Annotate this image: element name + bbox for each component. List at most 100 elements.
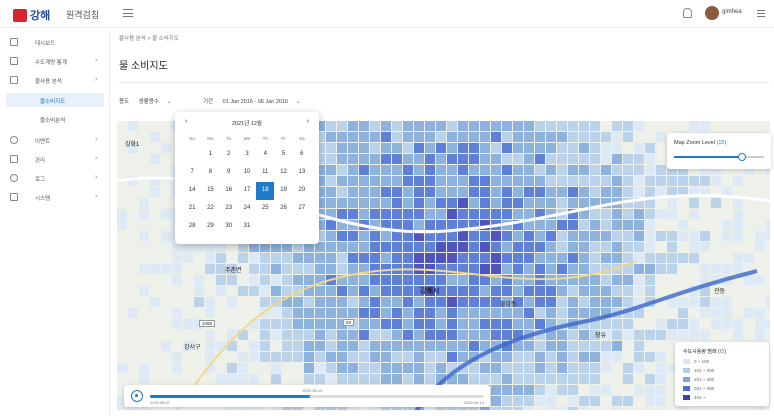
heatmap-cell [623, 187, 633, 197]
calendar-day[interactable]: 23 [220, 200, 238, 218]
heatmap-cell [381, 352, 391, 362]
heatmap-cell [337, 341, 347, 351]
calendar-day[interactable]: 18 [256, 182, 275, 200]
calendar-day[interactable]: 22 [201, 200, 219, 218]
zoom-slider-handle[interactable] [737, 153, 746, 161]
heatmap-cell [381, 297, 391, 307]
heatmap-cell [524, 165, 534, 175]
type-filter-value[interactable]: 생활용수 [139, 99, 159, 105]
calendar-day[interactable]: 6 [293, 146, 311, 164]
play-icon[interactable] [131, 390, 143, 402]
timeline-slider[interactable] [150, 395, 484, 398]
period-filter[interactable]: 기간 01 Jan 2016 - 06 Jan 2016 ⌄ [203, 97, 301, 105]
sidebar-item-events[interactable]: 이벤트 › [0, 132, 110, 148]
calendar-day[interactable]: 13 [293, 164, 311, 182]
calendar-day[interactable]: 16 [220, 182, 238, 200]
heatmap-cell [700, 242, 710, 252]
calendar-day[interactable]: 26 [274, 200, 292, 218]
sidebar-item-log[interactable]: 로그 › [0, 170, 110, 186]
chevron-down-icon[interactable]: ⌄ [296, 99, 301, 105]
sidebar-item-meter-stats[interactable]: 수도계량 통계 › [0, 53, 110, 69]
heatmap-cell [458, 319, 468, 329]
calendar-day[interactable]: 1 [201, 146, 219, 164]
bell-icon[interactable] [683, 8, 692, 18]
calendar-day[interactable]: 3 [238, 146, 256, 164]
heatmap-cell [403, 220, 413, 230]
heatmap-cell [689, 319, 699, 329]
heatmap-cell [436, 253, 446, 263]
heatmap-cell [491, 352, 501, 362]
type-filter[interactable]: 용도 생활용수 ⌄ [119, 97, 171, 105]
date-picker[interactable]: ‹ 2021년 12월 › Su Mo Tu We Th Fr Sa 1 2 3 4 5 6 7 8 9 10 1… [175, 112, 319, 244]
sidebar-subitem-consumption-map[interactable]: 물소비지도 [6, 93, 104, 107]
calendar-day[interactable]: 5 [274, 146, 292, 164]
sidebar-subitem-consumption-analysis[interactable]: 물소비분석 [6, 112, 104, 126]
heatmap-cell [590, 286, 600, 296]
heatmap-cell [458, 297, 468, 307]
heatmap-cell [392, 209, 402, 219]
heatmap-cell [249, 275, 259, 285]
calendar-day[interactable]: 15 [201, 182, 219, 200]
calendar-day[interactable]: 2 [220, 146, 238, 164]
heatmap-cell [458, 198, 468, 208]
sidebar-item-manage[interactable]: 관리 › [0, 151, 110, 167]
heatmap-cell [502, 187, 512, 197]
calendar-day[interactable]: 27 [293, 200, 311, 218]
calendar-day[interactable]: 4 [256, 146, 274, 164]
heatmap-cell [271, 374, 281, 384]
heatmap-cell [447, 253, 457, 263]
calendar-day[interactable]: 30 [220, 218, 238, 236]
calendar-day[interactable]: 17 [238, 182, 256, 200]
heatmap-cell [491, 319, 501, 329]
calendar-day[interactable]: 7 [183, 164, 201, 182]
legend-label: 401 ~ [694, 395, 706, 400]
calendar-day[interactable]: 21 [183, 200, 201, 218]
calendar-day[interactable]: 29 [201, 218, 219, 236]
heatmap-cell [722, 220, 732, 230]
calendar-day[interactable]: 14 [183, 182, 201, 200]
heatmap-cell [612, 121, 622, 131]
chevron-right-icon[interactable]: › [307, 118, 309, 125]
heatmap-cell [194, 275, 204, 285]
heatmap-cell [348, 209, 358, 219]
heatmap-cell [568, 385, 578, 395]
heatmap-cell [194, 297, 204, 307]
timeline-current-date: 2020.08.13 [302, 388, 323, 393]
menu-toggle-icon[interactable] [123, 9, 133, 17]
calendar-day[interactable]: 12 [274, 164, 292, 182]
chevron-down-icon[interactable]: ⌄ [166, 99, 171, 105]
calendar-empty-cell [183, 146, 201, 164]
zoom-slider[interactable] [674, 153, 764, 161]
heatmap-cell [535, 308, 545, 318]
calendar-day[interactable]: 8 [201, 164, 219, 182]
calendar-day[interactable]: 9 [220, 164, 238, 182]
heatmap-cell [458, 176, 468, 186]
logo-mark-icon [13, 8, 27, 22]
calendar-day[interactable]: 28 [183, 218, 201, 236]
heatmap-cell [524, 374, 534, 384]
heatmap-cell [612, 209, 622, 219]
calendar-day[interactable]: 19 [274, 182, 292, 200]
heatmap-cell [524, 253, 534, 263]
username[interactable]: gimhea [722, 9, 742, 15]
calendar-day[interactable]: 10 [238, 164, 256, 182]
calendar-day[interactable]: 25 [256, 200, 274, 218]
sidebar-item-water-analysis[interactable]: 물사용 분석 › [0, 72, 110, 88]
heatmap-cell [414, 132, 424, 142]
heatmap-cell [590, 297, 600, 307]
more-menu-icon[interactable] [757, 10, 765, 17]
sidebar-item-system[interactable]: 시스템 › [0, 189, 110, 205]
calendar-day[interactable]: 31 [238, 218, 256, 236]
logo[interactable]: 강해 [13, 7, 50, 23]
heatmap-cell [568, 187, 578, 197]
period-filter-value[interactable]: 01 Jan 2016 - 06 Jan 2016 [223, 99, 288, 105]
calendar-day[interactable]: 20 [293, 182, 311, 200]
heatmap-cell [304, 253, 314, 263]
heatmap-cell [491, 253, 501, 263]
avatar[interactable] [705, 6, 719, 20]
heatmap-cell [326, 319, 336, 329]
calendar-day[interactable]: 11 [256, 164, 274, 182]
heatmap-cell [513, 143, 523, 153]
sidebar-item-dashboard[interactable]: 대시보드 [0, 34, 110, 50]
calendar-day[interactable]: 24 [238, 200, 256, 218]
